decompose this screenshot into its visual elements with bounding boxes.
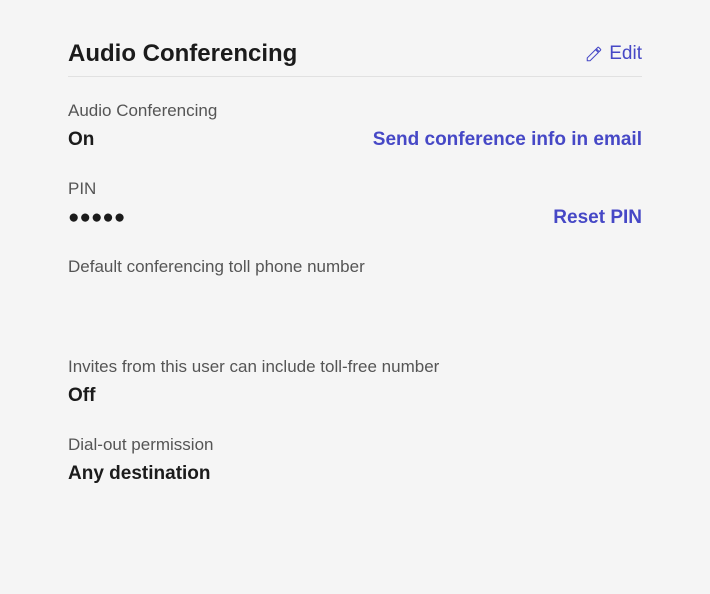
pin-label: PIN xyxy=(68,179,642,199)
audio-conferencing-value: On xyxy=(68,129,94,151)
pin-field: PIN ●●●●● Reset PIN xyxy=(68,179,642,229)
default-toll-label: Default conferencing toll phone number xyxy=(68,257,642,277)
audio-conferencing-field: Audio Conferencing On Send conference in… xyxy=(68,101,642,151)
send-conference-info-link[interactable]: Send conference info in email xyxy=(373,129,642,151)
default-toll-field: Default conferencing toll phone number xyxy=(68,257,642,299)
dial-out-value: Any destination xyxy=(68,463,642,485)
pencil-icon xyxy=(585,45,603,63)
section-header: Audio Conferencing Edit xyxy=(68,40,642,77)
toll-free-invites-field: Invites from this user can include toll-… xyxy=(68,357,642,407)
pin-value: ●●●●● xyxy=(68,207,125,229)
edit-button[interactable]: Edit xyxy=(585,43,642,65)
audio-conferencing-label: Audio Conferencing xyxy=(68,101,642,121)
dial-out-field: Dial-out permission Any destination xyxy=(68,435,642,485)
dial-out-label: Dial-out permission xyxy=(68,435,642,455)
reset-pin-link[interactable]: Reset PIN xyxy=(553,207,642,229)
edit-button-label: Edit xyxy=(609,43,642,65)
toll-free-invites-value: Off xyxy=(68,385,642,407)
section-title: Audio Conferencing xyxy=(68,40,297,68)
toll-free-invites-label: Invites from this user can include toll-… xyxy=(68,357,642,377)
audio-conferencing-panel: Audio Conferencing Edit Audio Conferenci… xyxy=(0,0,710,553)
default-toll-value xyxy=(68,285,642,299)
